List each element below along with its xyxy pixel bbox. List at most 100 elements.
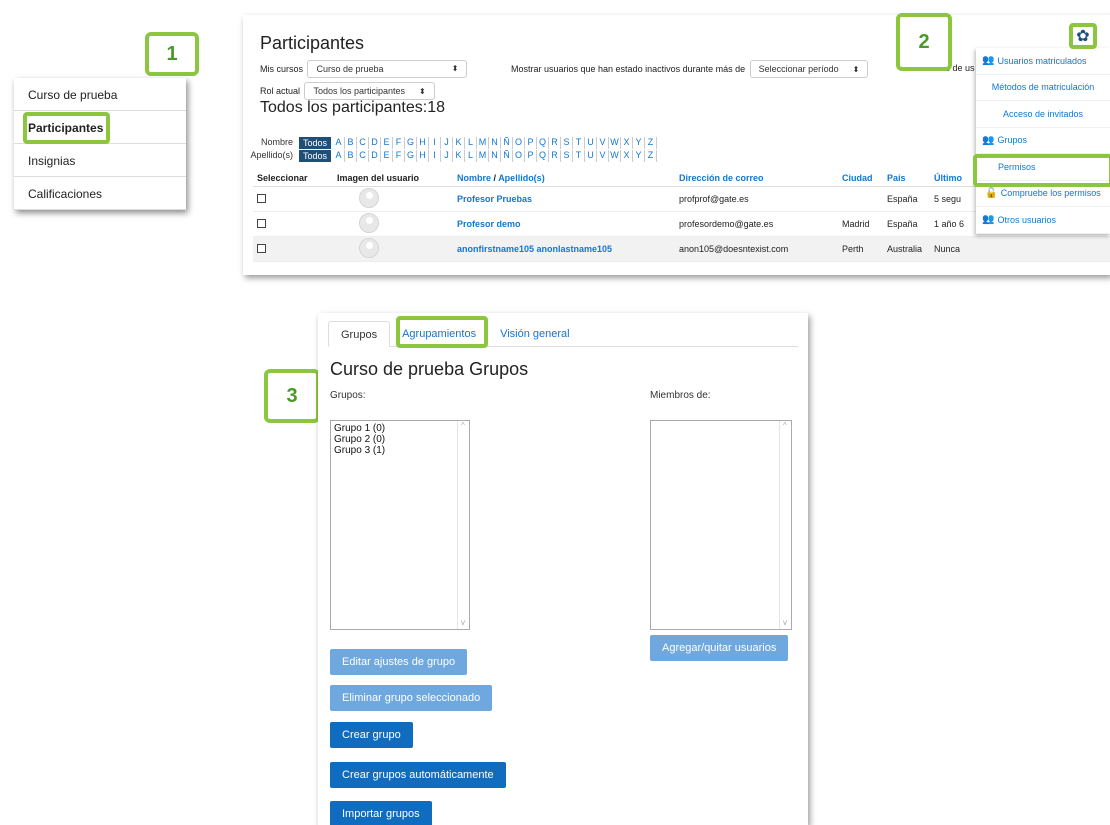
letter-filter-link[interactable]: U [585, 150, 598, 162]
letter-filter-link[interactable]: N [489, 137, 502, 149]
letter-filter-link[interactable]: M [477, 137, 490, 149]
letter-filter-link[interactable]: Ñ [501, 137, 514, 149]
create-group-button[interactable]: Crear grupo [330, 722, 413, 748]
edit-group-button[interactable]: Editar ajustes de grupo [330, 649, 468, 675]
letter-filter-link[interactable]: U [585, 137, 598, 149]
groups-scrollbar[interactable] [457, 421, 469, 629]
letter-filter-link[interactable]: B [345, 150, 358, 162]
letter-filter-link[interactable]: P [525, 150, 538, 162]
dd-permisos[interactable]: Permisos [976, 154, 1110, 181]
letter-filter-link[interactable]: S [561, 150, 574, 162]
nav-item-curso[interactable]: Curso de prueba [14, 78, 186, 111]
letter-filter-link[interactable]: Y [633, 150, 646, 162]
group-option[interactable]: Grupo 1 (0) [334, 423, 466, 434]
letter-filter-link[interactable]: D [369, 150, 382, 162]
group-option[interactable]: Grupo 2 (0) [334, 434, 466, 445]
letter-filter-link[interactable]: Q [537, 137, 550, 149]
letter-filter-link[interactable]: B [345, 137, 358, 149]
inactive-period-select[interactable]: Seleccionar período ⬍ [749, 60, 869, 78]
rol-select[interactable]: Todos los participantes ⬍ [304, 82, 435, 100]
letter-filter-link[interactable]: O [513, 137, 526, 149]
letter-filter-link[interactable]: O [513, 150, 526, 162]
letter-filter-link[interactable]: F [393, 150, 406, 162]
dd-otros-usuarios[interactable]: 👥 Otros usuarios [976, 207, 1110, 234]
tab-vision-general[interactable]: Visión general [488, 321, 582, 346]
letter-filter-link[interactable]: Q [537, 150, 550, 162]
letter-filter-link[interactable]: Z [645, 137, 658, 149]
letter-filter-link[interactable]: X [621, 137, 634, 149]
user-name-link[interactable]: anonfirstname105 anonlastname105 [453, 236, 675, 262]
letter-filter-link[interactable]: Ñ [501, 150, 514, 162]
letter-filter-link[interactable]: G [405, 137, 418, 149]
members-listbox[interactable] [650, 420, 792, 630]
auto-create-groups-button[interactable]: Crear grupos automáticamente [330, 762, 506, 788]
letter-filter-link[interactable]: F [393, 137, 406, 149]
letter-filter-link[interactable]: C [357, 137, 370, 149]
letter-filter-link[interactable]: N [489, 150, 502, 162]
letter-filter-link[interactable]: D [369, 137, 382, 149]
col-ciudad[interactable]: Ciudad [838, 170, 883, 187]
firstname-todos[interactable]: Todos [299, 137, 332, 149]
tab-agrupamientos[interactable]: Agrupamientos [390, 321, 488, 346]
col-nombre[interactable]: Nombre / Apellido(s) [453, 170, 675, 187]
lastname-todos[interactable]: Todos [299, 150, 332, 162]
members-scrollbar[interactable] [779, 421, 791, 629]
select-checkbox[interactable] [257, 218, 266, 228]
letter-filter-link[interactable]: T [573, 150, 586, 162]
letter-filter-link[interactable]: X [621, 150, 634, 162]
add-remove-users-button[interactable]: Agregar/quitar usuarios [650, 635, 789, 661]
letter-filter-link[interactable]: T [573, 137, 586, 149]
letter-filter-link[interactable]: L [465, 150, 478, 162]
letter-filter-link[interactable]: E [381, 137, 394, 149]
select-checkbox[interactable] [257, 193, 266, 203]
letter-filter-link[interactable]: H [417, 137, 430, 149]
letter-filter-link[interactable]: C [357, 150, 370, 162]
letter-filter-link[interactable]: P [525, 137, 538, 149]
user-name-link[interactable]: Profesor Pruebas [453, 186, 675, 212]
letter-filter-link[interactable]: K [453, 150, 466, 162]
group-option[interactable]: Grupo 3 (1) [334, 445, 466, 456]
import-groups-button[interactable]: Importar grupos [330, 801, 432, 825]
user-city [838, 186, 883, 212]
letter-filter-link[interactable]: S [561, 137, 574, 149]
dd-metodos-matriculacion[interactable]: Métodos de matriculación [976, 75, 1110, 101]
letter-filter-link[interactable]: Z [645, 150, 658, 162]
mis-cursos-select[interactable]: Curso de prueba ⬍ [307, 60, 468, 78]
nav-item-insignias[interactable]: Insignias [14, 144, 186, 177]
letter-filter-link[interactable]: L [465, 137, 478, 149]
letter-filter-link[interactable]: A [333, 137, 346, 149]
user-name-link[interactable]: Profesor demo [453, 211, 675, 237]
letter-filter-link[interactable]: W [609, 150, 622, 162]
letter-filter-link[interactable]: J [441, 137, 454, 149]
letter-filter-link[interactable]: V [597, 137, 610, 149]
letter-filter-link[interactable]: G [405, 150, 418, 162]
letter-filter-link[interactable]: Y [633, 137, 646, 149]
select-checkbox[interactable] [257, 243, 266, 253]
dd-grupos[interactable]: 👥 Grupos [976, 128, 1110, 154]
col-pais[interactable]: País [883, 170, 930, 187]
letter-filter-link[interactable]: R [549, 150, 562, 162]
col-correo[interactable]: Dirección de correo [675, 170, 838, 187]
letter-filter-link[interactable]: R [549, 137, 562, 149]
dd-usuarios-matriculados[interactable]: 👥 Usuarios matriculados [976, 48, 1110, 75]
letter-filter-link[interactable]: I [429, 150, 442, 162]
letter-filter-link[interactable]: J [441, 150, 454, 162]
letter-filter-link[interactable]: M [477, 150, 490, 162]
groups-listbox[interactable]: Grupo 1 (0) Grupo 2 (0) Grupo 3 (1) [330, 420, 470, 630]
dd-compruebe-permisos[interactable]: 🔓 Compruebe los permisos [976, 181, 1110, 207]
letter-filter-link[interactable]: H [417, 150, 430, 162]
tab-grupos[interactable]: Grupos [328, 321, 391, 347]
letter-filter-link[interactable]: W [609, 137, 622, 149]
select-caret-icon: ⬍ [419, 87, 426, 96]
letter-filter-link[interactable]: E [381, 150, 394, 162]
letter-filter-link[interactable]: I [429, 137, 442, 149]
letter-filter-link[interactable]: V [597, 150, 610, 162]
dd-acceso-invitados[interactable]: Acceso de invitados [976, 101, 1110, 128]
nav-item-calificaciones[interactable]: Calificaciones [14, 177, 186, 210]
letter-filter-link[interactable]: K [453, 137, 466, 149]
rol-row: Rol actual Todos los participantes ⬍ [260, 81, 435, 100]
gear-icon[interactable]: ✿ [1069, 23, 1097, 49]
nav-item-participantes[interactable]: Participantes [14, 111, 186, 144]
delete-group-button[interactable]: Eliminar grupo seleccionado [330, 685, 493, 711]
letter-filter-link[interactable]: A [333, 150, 346, 162]
